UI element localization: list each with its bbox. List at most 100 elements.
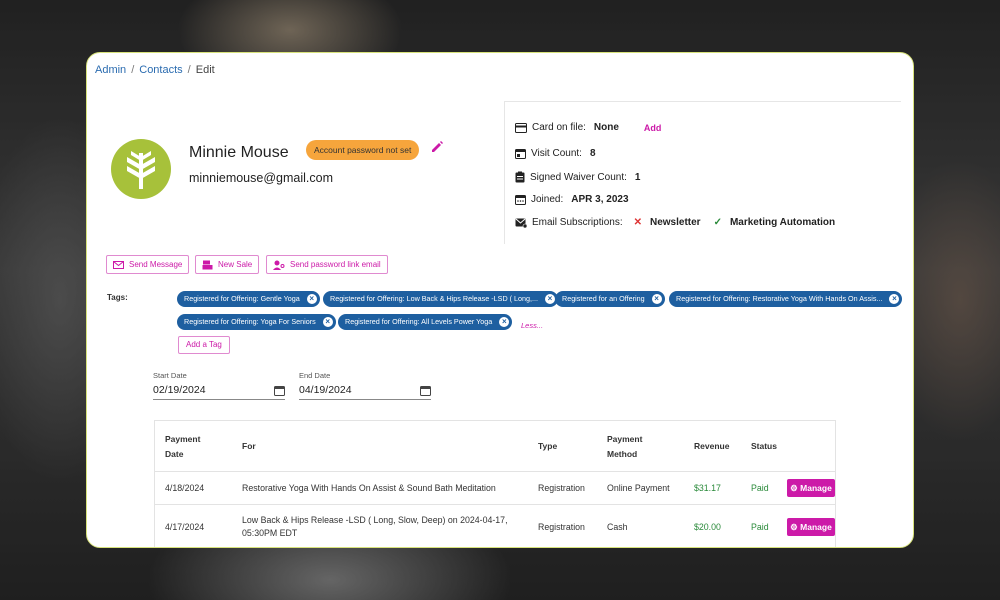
calendar-icon	[515, 149, 526, 159]
row-divider	[155, 504, 835, 505]
manage-label: Manage	[800, 483, 832, 493]
remove-tag-icon[interactable]: ×	[306, 294, 317, 304]
column-header-type: Type	[538, 441, 558, 451]
send-password-label: Send password link email	[290, 260, 381, 269]
card-on-file-row: Card on file: None Add	[515, 122, 661, 133]
end-date-label: End Date	[299, 371, 331, 380]
card-label: Card on file:	[532, 122, 586, 133]
joined-label: Joined:	[531, 194, 564, 205]
calendar-icon[interactable]	[420, 385, 431, 396]
column-header-payment-date: Payment Date	[165, 434, 201, 459]
contact-name: Minnie Mouse	[189, 144, 289, 161]
user-key-icon	[273, 260, 285, 270]
remove-tag-icon[interactable]: ×	[651, 294, 662, 304]
start-date-value: 02/19/2024	[153, 384, 206, 396]
joined-row: Joined: APR 3, 2023	[515, 194, 629, 205]
password-status-badge: Account password not set	[306, 140, 420, 160]
mail-check-icon	[515, 218, 527, 228]
column-header-status: Status	[751, 441, 777, 451]
payment-revenue: $20.00	[694, 522, 721, 532]
subs-label: Email Subscriptions:	[532, 217, 623, 228]
register-icon	[202, 260, 213, 269]
close-icon: ✕	[633, 217, 642, 228]
waiver-label: Signed Waiver Count:	[530, 171, 627, 183]
avatar	[111, 139, 171, 199]
column-header-for: For	[242, 441, 256, 451]
breadcrumb-contacts[interactable]: Contacts	[139, 64, 182, 76]
start-date-field[interactable]: Start Date 02/19/2024	[153, 371, 285, 400]
column-header-payment-method: Payment Method	[607, 434, 643, 459]
tag-chip: Registered for Offering: Yoga For Senior…	[177, 314, 336, 330]
remove-tag-icon[interactable]: ×	[545, 294, 556, 304]
payment-type: Registration	[538, 522, 585, 532]
card-value: None	[593, 122, 619, 133]
payment-status: Paid	[751, 483, 769, 493]
tag-label: Registered for an Offering	[562, 294, 645, 303]
tag-chip: Registered for Offering: Restorative Yog…	[669, 291, 903, 307]
tags-label: Tags:	[107, 293, 128, 302]
tag-chip: Registered for Offering: Low Back & Hips…	[323, 291, 559, 307]
remove-tag-icon[interactable]: ×	[499, 317, 510, 327]
send-password-link-button[interactable]: Send password link email	[266, 255, 388, 274]
tag-label: Registered for Offering: Yoga For Senior…	[184, 317, 316, 326]
payment-method: Online Payment	[607, 483, 670, 493]
end-date-input[interactable]: 04/19/2024	[299, 384, 431, 400]
visit-count-row: Visit Count: 8	[515, 148, 596, 159]
leaf-logo-icon	[127, 151, 155, 189]
row-divider	[155, 471, 835, 472]
payment-method: Cash	[607, 522, 628, 532]
tag-label: Registered for Offering: All Levels Powe…	[345, 317, 493, 326]
tag-chip: Registered for an Offering ×	[555, 291, 665, 307]
clipboard-icon	[515, 171, 525, 183]
email-subscriptions-row: Email Subscriptions: ✕ Newsletter ✓ Mark…	[515, 217, 835, 228]
contact-email: minniemouse@gmail.com	[189, 171, 333, 185]
send-message-button[interactable]: Send Message	[106, 255, 190, 274]
send-message-label: Send Message	[129, 260, 183, 269]
new-sale-button[interactable]: New Sale	[195, 255, 260, 274]
visit-label: Visit Count:	[531, 148, 582, 159]
waiver-count-row: Signed Waiver Count: 1	[515, 171, 640, 183]
new-sale-label: New Sale	[218, 260, 253, 269]
pencil-icon[interactable]	[430, 140, 444, 154]
subs-marketing: Marketing Automation	[729, 217, 836, 228]
gear-icon: ⚙	[790, 522, 798, 532]
check-icon: ✓	[713, 217, 722, 228]
add-card-link[interactable]: Add	[644, 123, 662, 133]
remove-tag-icon[interactable]: ×	[889, 294, 900, 304]
tag-label: Registered for Offering: Low Back & Hips…	[330, 294, 539, 303]
start-date-input[interactable]: 02/19/2024	[153, 384, 285, 400]
tag-chip: Registered for Offering: All Levels Powe…	[338, 314, 513, 330]
payment-for: Low Back & Hips Release -LSD ( Long, Slo…	[242, 515, 508, 538]
subs-newsletter: Newsletter	[649, 217, 701, 228]
contact-edit-card: Admin / Contacts / Edit Minnie Mouse minniem…	[86, 52, 914, 548]
end-date-field[interactable]: End Date 04/19/2024	[299, 371, 431, 400]
add-tag-button[interactable]: Add a Tag	[178, 336, 230, 354]
credit-card-icon	[515, 122, 527, 133]
manage-button[interactable]: ⚙ Manage	[787, 518, 835, 536]
contact-info-panel: Card on file: None Add Visit Count: 8 Si…	[504, 101, 901, 244]
joined-value: APR 3, 2023	[571, 194, 629, 205]
manage-label: Manage	[800, 522, 832, 532]
start-date-label: Start Date	[153, 371, 187, 380]
gear-icon: ⚙	[790, 483, 798, 493]
calendar-icon	[515, 195, 526, 205]
tag-label: Registered for Offering: Gentle Yoga	[184, 294, 300, 303]
payment-for: Restorative Yoga With Hands On Assist & …	[242, 483, 496, 493]
payment-type: Registration	[538, 483, 585, 493]
tag-chip: Registered for Offering: Gentle Yoga ×	[177, 291, 320, 307]
waiver-value: 1	[634, 171, 641, 183]
calendar-icon[interactable]	[274, 385, 285, 396]
payments-table: Payment Date For Type Payment Method Rev…	[154, 420, 836, 547]
show-less-link[interactable]: Less...	[521, 321, 543, 330]
payment-date: 4/18/2024	[165, 483, 205, 493]
end-date-value: 04/19/2024	[299, 384, 352, 396]
manage-button[interactable]: ⚙ Manage	[787, 479, 835, 497]
column-header-revenue: Revenue	[694, 441, 730, 451]
remove-tag-icon[interactable]: ×	[322, 317, 333, 327]
payment-revenue: $31.17	[694, 483, 721, 493]
breadcrumb-admin[interactable]: Admin	[95, 64, 126, 76]
envelope-icon	[113, 260, 124, 269]
breadcrumb: Admin / Contacts / Edit	[95, 64, 215, 76]
breadcrumb-edit: Edit	[195, 64, 215, 76]
tag-label: Registered for Offering: Restorative Yog…	[676, 294, 883, 303]
